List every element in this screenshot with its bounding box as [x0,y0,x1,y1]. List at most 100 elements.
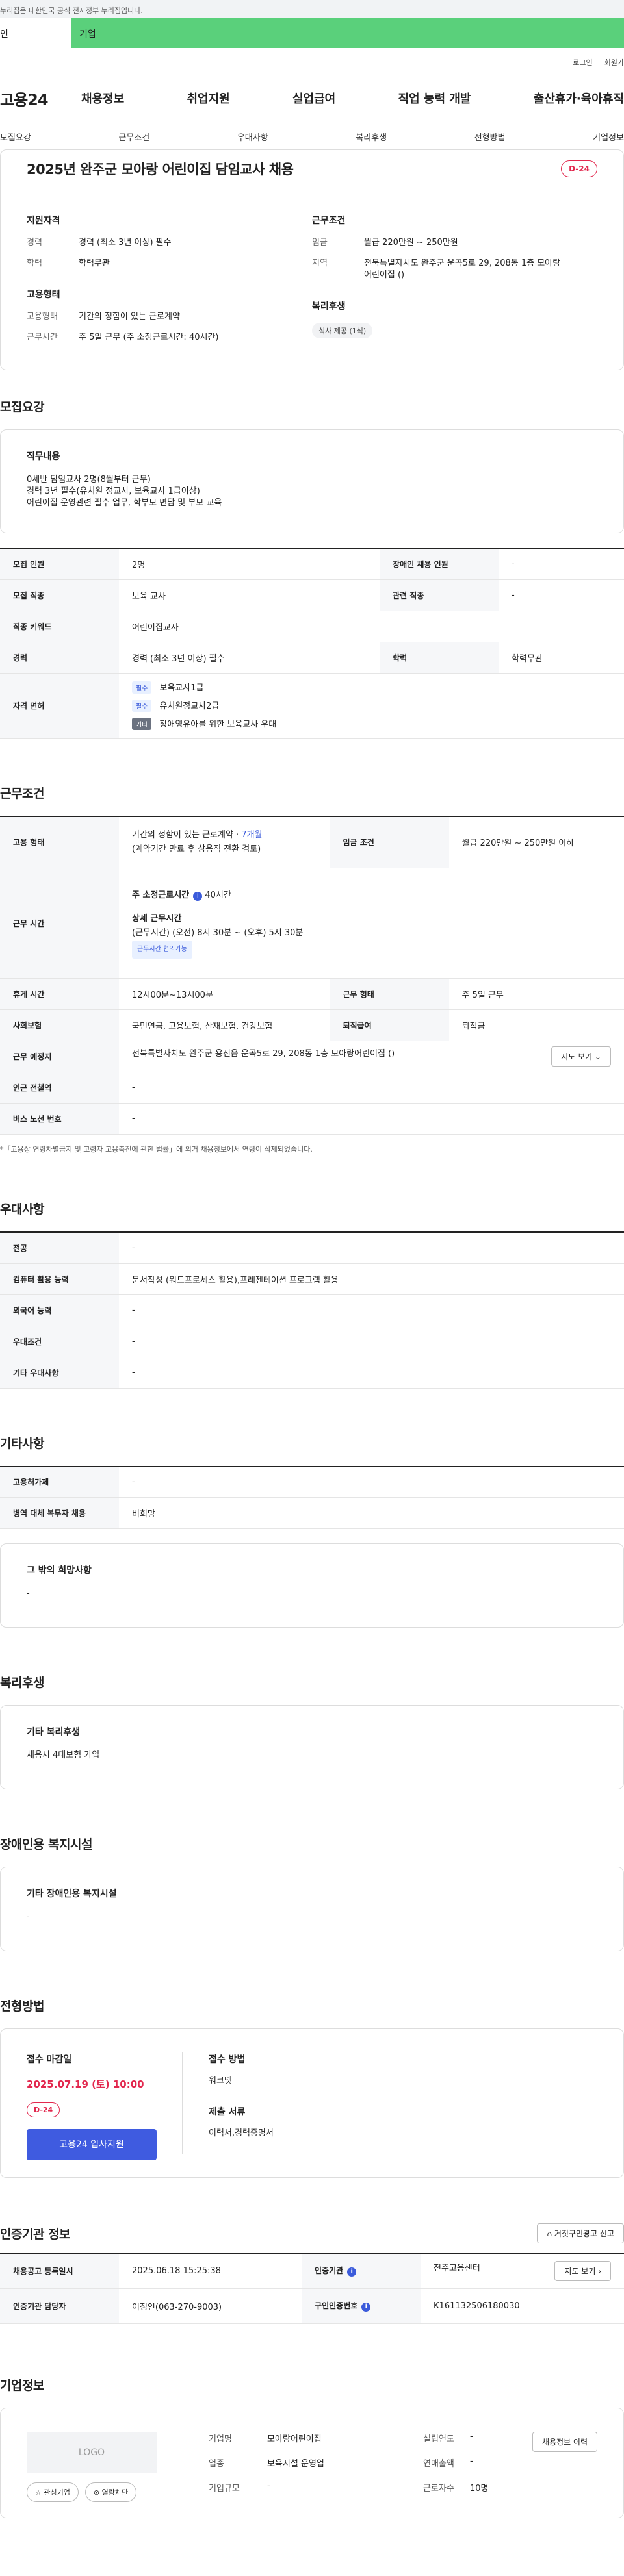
table-cell-key: 외국어 능력 [0,1294,119,1326]
etc-table: 고용허가제 - 병역 대체 복무자 채용 비희망 [0,1465,624,1529]
gnb-item-training[interactable]: 직업 능력 개발 [398,90,471,107]
block-view-button[interactable]: ⊘ 열람차단 [84,2482,137,2502]
signup-link[interactable]: 회원가 [604,57,624,77]
docs-value: 이력서,경력증명서 [209,2128,274,2138]
table-row: 근무 시간 주 소정근로시간 i 40시간 상세 근무시간 (근무시간) (오전)… [0,868,624,979]
cert-org-cell: 전주고용센터 지도 보기 › [421,2253,624,2289]
emp-type-text: 기간의 정함이 있는 근로계약 · [132,829,242,840]
tab-business-label: 기업 [79,29,96,40]
process-section-title: 전형방법 [0,1999,44,2014]
emptype-key: 고용형태 [27,312,58,322]
cert-map-button[interactable]: 지도 보기 › [554,2260,611,2281]
site-logo[interactable]: 고용24 [0,87,81,110]
pref-section-title: 우대사항 [0,1202,44,1217]
info-icon[interactable]: i [347,2267,357,2277]
emptype-value: 기간의 정함이 있는 근로계약 [79,312,180,322]
table-cell-value: - [119,1466,624,1498]
gnb-item-unemployment-benefit[interactable]: 실업급여 [292,90,335,107]
work-table: 고용 형태 기간의 정함이 있는 근로계약 · 7개월 (계약기간 만료 후 상… [0,815,624,1135]
detail-hours-label: 상세 근무시간 [132,913,182,924]
table-cell-key: 고용 형태 [0,816,119,868]
apply-button[interactable]: 고용24 입사지원 [27,2129,157,2160]
license-list: 필수 보육교사1급 필수 유치원정교사2급 기타 장애영유아를 위한 보육교사 우대 [119,673,624,739]
table-row: 고용허가제 - [0,1466,624,1498]
method-value: 워크넷 [209,2076,232,2086]
dday-badge-small: D-24 [27,2102,60,2117]
table-cell-key: 학력 [380,642,499,674]
disab-box: 기타 장애인용 복지시설 - [0,1867,624,1951]
gnb-item-employment-support[interactable]: 취업지원 [187,90,230,107]
company-section-title: 기업정보 [0,2378,44,2393]
info-icon[interactable]: i [193,891,203,901]
deadline-value: 2025.07.19 (토) 10:00 [27,2078,144,2090]
section-nav: 모집요강 근무조건 우대사항 복리후생 전형방법 기업정보 [0,120,624,153]
negotiable-badge: 근무시간 협의가능 [132,940,192,959]
wage-key: 임금 [312,238,328,247]
table-cell-value: 비희망 [119,1497,624,1529]
cert-org-key-label: 인증기관 [315,2266,344,2276]
disab-heading: 기타 장애인용 복지시설 [27,1889,117,1899]
gnb-item-jobs[interactable]: 채용정보 [81,90,124,107]
table-cell-value: - [499,548,624,580]
subnav-benefit[interactable]: 복리후생 [356,131,387,143]
subnav-work[interactable]: 근무조건 [118,131,150,143]
table-cell-value: 이정인(063-270-9003) [119,2288,302,2324]
gnb-item-parental-leave[interactable]: 출산휴가·육아휴직 [534,90,624,107]
region-value: 전북특별자치도 완주군 운곡5로 29, 208동 1층 모아랑어린이집 () [364,259,561,280]
job-history-button[interactable]: 채용정보 이력 [532,2431,597,2452]
table-cell-key: 인근 전철역 [0,1072,119,1104]
report-fake-ad-button[interactable]: ⌂ 거짓구인광고 신고 [537,2223,624,2243]
tab-business[interactable]: 기업 [72,18,624,48]
map-view-button[interactable]: 지도 보기 ⌄ [551,1046,611,1067]
workplace-value: 전북특별자치도 완주군 용진읍 운곡5로 29, 208동 1층 모아랑어린이집… [132,1049,395,1059]
table-row: 컴퓨터 활용 능력 문서작성 (워드프로세스 활용),프레젠테이션 프로그램 활용 [0,1263,624,1295]
table-row: 사회보험 국민연금, 고용보험, 산재보험, 건강보험 퇴직급여 퇴직금 [0,1009,624,1041]
table-cell-value: 어린이집교사 [119,611,624,642]
table-cell-key: 직종 키워드 [0,611,119,642]
industry-value: 보육시설 운영업 [267,2458,324,2469]
docs-heading: 제출 서류 [209,2107,246,2117]
subnav-process[interactable]: 전형방법 [474,131,506,143]
table-cell-value: K161132506180030 [421,2288,624,2324]
table-cell-key: 휴게 시간 [0,978,119,1010]
table-cell-value: - [119,1103,624,1135]
block-icon: ⊘ [93,2488,102,2497]
subnav-pref[interactable]: 우대사항 [237,131,268,143]
table-cell-value: 월급 220만원 ~ 250만원 이하 [448,816,624,868]
edu-key: 학력 [27,259,42,268]
table-row: 근무 예정지 전북특별자치도 완주군 용진읍 운곡5로 29, 208동 1층 … [0,1041,624,1072]
table-row: 병역 대체 복무자 채용 비희망 [0,1497,624,1529]
founded-key: 설립연도 [423,2434,454,2444]
sales-key: 연매출액 [423,2458,454,2469]
age-discrimination-note: *「고용상 연령차별금지 및 고령자 고용촉진에 관한 법률」에 의거 채용정보… [0,1145,313,1154]
license-name: 장애영유아를 위한 보육교사 우대 [159,720,277,729]
subnav-company[interactable]: 기업정보 [593,131,624,143]
info-icon[interactable]: i [361,2303,371,2312]
favorite-company-button[interactable]: ☆ 관심기업 [27,2482,79,2502]
table-row: 휴게 시간 12시00분~13시00분 근무 형태 주 5일 근무 [0,978,624,1010]
duty-box: 직무내용 0세반 담임교사 2명(8월부터 근무) 경력 3년 필수(유치원 정… [0,429,624,533]
cert-section-title: 인증기관 정보 [0,2227,71,2241]
table-cell-value: 퇴직금 [448,1009,624,1041]
disab-value: - [27,1912,30,1922]
tab-individual[interactable]: 인 [0,18,72,48]
subnav-recruit[interactable]: 모집요강 [0,131,31,143]
global-nav: 고용24 채용정보 취업지원 실업급여 직업 능력 개발 출산휴가·육아휴직 [0,77,624,120]
worktime-key: 근무시간 [27,333,58,342]
cert-header: 인증기관 정보 ⌂ 거짓구인광고 신고 [0,2223,624,2243]
emp-type-note: (계약기간 만료 후 상용직 전환 검토) [132,844,261,854]
table-cell-value: - [119,1072,624,1104]
staff-count-key: 근로자수 [423,2483,454,2494]
table-cell-value: 2명 [119,548,380,580]
dday-badge: D-24 [561,160,597,177]
table-cell-key: 근무 형태 [330,978,449,1010]
benefit-section-title: 복리후생 [0,1676,44,1690]
table-cell-value: 2025.06.18 15:25:38 [119,2253,302,2289]
gov-notice: 누리집은 대한민국 공식 전자정부 누리집입니다. [0,6,143,15]
table-cell-key: 인증기관 담당자 [0,2288,119,2324]
table-row: 외국어 능력 - [0,1294,624,1326]
login-link[interactable]: 로그인 [573,57,592,77]
process-box: 접수 마감일 2025.07.19 (토) 10:00 D-24 고용24 입사… [0,2028,624,2178]
table-row: 기타 우대사항 - [0,1357,624,1389]
detail-hours-value: (근무시간) (오전) 8시 30분 ~ (오후) 5시 30분 [132,928,304,938]
